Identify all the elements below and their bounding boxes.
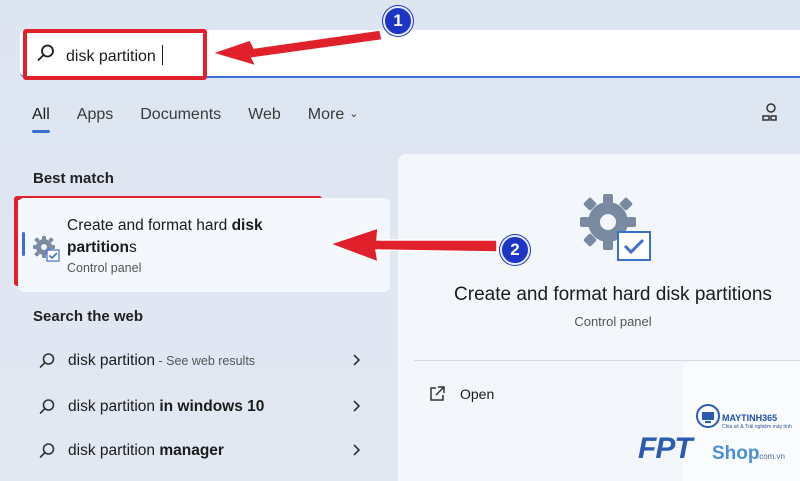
web-result-text: disk partition - See web results xyxy=(68,352,255,370)
step-badge-2: 2 xyxy=(500,235,530,265)
web-result-prefix: disk partition xyxy=(68,352,156,369)
title-bold-line2: partition xyxy=(67,239,129,256)
open-action[interactable]: Open xyxy=(460,386,494,402)
step-badge-1: 1 xyxy=(383,6,413,36)
selection-indicator xyxy=(22,232,25,256)
tab-all[interactable]: All xyxy=(32,106,50,133)
chevron-right-icon xyxy=(353,444,361,456)
search-icon xyxy=(39,353,55,368)
tab-web[interactable]: Web xyxy=(248,106,281,124)
detail-subtitle: Control panel xyxy=(574,314,652,329)
watermark-domain: .com.vn xyxy=(757,452,786,461)
web-result-prefix: disk partition xyxy=(68,398,160,415)
web-result-row[interactable]: disk partition - See web results xyxy=(36,346,376,376)
search-icon xyxy=(39,443,55,458)
search-icon xyxy=(39,399,55,414)
tab-more-label: More xyxy=(307,106,345,123)
detail-title: Create and format hard disk partitions xyxy=(454,284,772,305)
watermark-brand: MAYTINH365 xyxy=(722,413,778,423)
title-bold: disk xyxy=(231,217,263,234)
title-tail: s xyxy=(129,239,137,256)
control-panel-gear-icon xyxy=(580,194,651,261)
watermark-tagline: Chia sẻ & Trải nghiệm máy tính xyxy=(722,424,792,430)
web-result-row[interactable]: disk partition in windows 10 xyxy=(36,392,376,422)
highlight-search-box xyxy=(23,29,207,80)
web-result-bold: manager xyxy=(159,442,224,459)
control-panel-gear-icon xyxy=(33,236,60,262)
fpt-logo: FPT xyxy=(638,432,693,465)
watermark-shop: Shop xyxy=(712,443,760,464)
chevron-right-icon xyxy=(353,400,361,412)
web-result-row[interactable]: disk partition manager xyxy=(36,436,376,466)
filter-tabs: All Apps Documents Web More ⌄ xyxy=(32,106,385,133)
web-result-text: disk partition manager xyxy=(68,442,224,460)
search-web-heading: Search the web xyxy=(33,308,144,325)
divider xyxy=(414,360,800,361)
chevron-down-icon: ⌄ xyxy=(349,108,359,120)
web-result-text: disk partition in windows 10 xyxy=(68,398,264,416)
tab-apps[interactable]: Apps xyxy=(77,106,113,124)
best-match-title: Create and format hard disk partitions xyxy=(67,215,307,259)
web-result-prefix: disk partition xyxy=(68,442,160,459)
best-match-subtitle: Control panel xyxy=(67,261,142,275)
web-result-bold: in windows 10 xyxy=(159,398,265,415)
best-match-heading: Best match xyxy=(33,170,114,187)
title-regular: Create and format hard xyxy=(67,217,232,234)
share-icon[interactable] xyxy=(758,102,780,124)
web-result-hint: - See web results xyxy=(155,354,256,368)
tab-more[interactable]: More ⌄ xyxy=(308,106,359,124)
maytinh365-logo-icon xyxy=(696,404,720,428)
open-external-icon xyxy=(430,386,445,401)
tab-documents[interactable]: Documents xyxy=(140,106,221,124)
chevron-right-icon xyxy=(353,354,361,366)
